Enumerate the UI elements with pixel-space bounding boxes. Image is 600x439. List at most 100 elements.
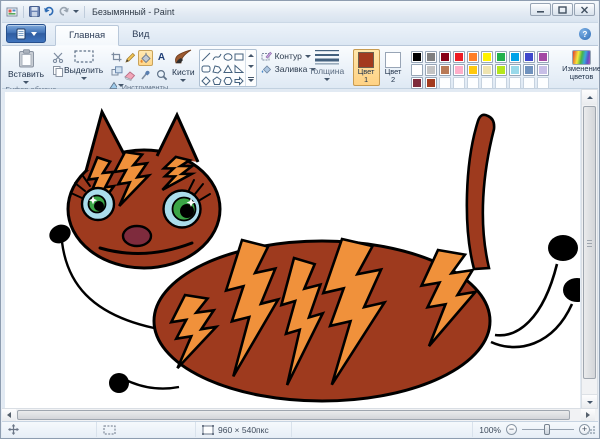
scroll-right-button[interactable] xyxy=(581,409,595,421)
shape-curve[interactable] xyxy=(212,51,223,63)
palette-swatch[interactable] xyxy=(453,51,465,63)
group-size: Толщина xyxy=(305,47,349,88)
shape-rounded-rectangle[interactable] xyxy=(201,63,212,75)
save-button[interactable] xyxy=(29,6,40,17)
qat-customize-caret-icon[interactable] xyxy=(73,10,79,13)
magnifier-tool[interactable] xyxy=(154,67,169,83)
palette-swatch[interactable] xyxy=(425,51,437,63)
paint-logo-icon[interactable] xyxy=(6,6,18,18)
image-size-icon xyxy=(202,425,214,435)
palette-swatch[interactable] xyxy=(453,64,465,76)
undo-button[interactable] xyxy=(43,6,55,17)
edit-colors-button[interactable]: Изменение цветов xyxy=(553,48,600,81)
zoom-slider[interactable] xyxy=(522,424,574,435)
gallery-scroll-down-icon[interactable] xyxy=(248,65,254,68)
shape-pentagon[interactable] xyxy=(212,75,223,87)
palette-swatch[interactable] xyxy=(439,64,451,76)
palette-swatch[interactable] xyxy=(467,64,479,76)
fill-tool[interactable] xyxy=(138,50,153,66)
color2-swatch xyxy=(385,52,401,68)
shape-right-triangle[interactable] xyxy=(234,63,245,75)
shape-rectangle[interactable] xyxy=(234,51,245,63)
shape-right-arrow[interactable] xyxy=(234,75,245,87)
palette-swatch[interactable] xyxy=(537,51,549,63)
palette-swatch[interactable] xyxy=(495,51,507,63)
shape-diamond[interactable] xyxy=(201,75,212,87)
redo-button[interactable] xyxy=(58,6,70,17)
palette-swatch[interactable] xyxy=(509,51,521,63)
palette-empty-slot[interactable] xyxy=(467,77,479,89)
color2-button[interactable]: Цвет 2 xyxy=(380,49,407,86)
palette-empty-slot[interactable] xyxy=(481,77,493,89)
close-button[interactable] xyxy=(574,3,595,16)
palette-empty-slot[interactable] xyxy=(523,77,535,89)
gallery-expand-icon[interactable] xyxy=(248,77,254,82)
palette-swatch[interactable] xyxy=(523,51,535,63)
palette-swatch[interactable] xyxy=(411,77,423,89)
cat-bottom-paw xyxy=(109,373,129,393)
vertical-scrollbar[interactable] xyxy=(581,89,598,410)
color-picker-tool[interactable] xyxy=(138,67,153,83)
palette-swatch[interactable] xyxy=(467,51,479,63)
palette-swatch[interactable] xyxy=(523,64,535,76)
palette-empty-slot[interactable] xyxy=(509,77,521,89)
text-tool[interactable]: A xyxy=(154,50,169,66)
eraser-icon xyxy=(123,70,136,81)
vertical-scroll-thumb[interactable] xyxy=(583,106,596,379)
image-size-section: 960 × 540пкс xyxy=(196,422,292,437)
qat-separator-2 xyxy=(84,6,85,18)
tab-home[interactable]: Главная xyxy=(55,25,119,46)
shape-line[interactable] xyxy=(201,51,212,63)
drawing-canvas[interactable] xyxy=(5,92,580,410)
paste-button[interactable]: Вставить xyxy=(5,48,47,85)
zoom-out-button[interactable]: − xyxy=(506,424,517,435)
palette-swatch[interactable] xyxy=(425,64,437,76)
tab-view[interactable]: Вид xyxy=(119,24,162,45)
palette-empty-slot[interactable] xyxy=(453,77,465,89)
resize-grip[interactable] xyxy=(586,425,596,435)
brushes-caret-icon xyxy=(180,79,186,82)
horizontal-scrollbar[interactable] xyxy=(2,408,598,421)
shape-polygon[interactable] xyxy=(212,63,223,75)
cat-back-paw-2 xyxy=(563,278,580,302)
scroll-up-button[interactable] xyxy=(582,90,597,105)
palette-empty-slot[interactable] xyxy=(537,77,549,89)
cat-back-paw-1 xyxy=(548,235,578,261)
horizontal-scroll-thumb[interactable] xyxy=(17,410,570,420)
palette-swatch[interactable] xyxy=(411,64,423,76)
palette-swatch[interactable] xyxy=(537,64,549,76)
brushes-label: Кисти xyxy=(172,68,195,77)
palette-swatch[interactable] xyxy=(495,64,507,76)
scroll-down-button[interactable] xyxy=(582,394,597,409)
qat-separator xyxy=(23,6,24,18)
outline-icon xyxy=(261,51,272,61)
palette-swatch[interactable] xyxy=(481,51,493,63)
palette-empty-slot[interactable] xyxy=(495,77,507,89)
shape-oval[interactable] xyxy=(223,51,234,63)
paint-menu-button[interactable] xyxy=(6,24,46,43)
shape-hexagon[interactable] xyxy=(223,75,234,87)
pencil-tool[interactable] xyxy=(122,50,137,66)
gallery-scroll-up-icon[interactable] xyxy=(248,54,254,57)
brushes-button[interactable]: Кисти xyxy=(172,48,195,82)
size-button[interactable]: Толщина xyxy=(306,48,347,82)
palette-swatch[interactable] xyxy=(411,51,423,63)
eraser-tool[interactable] xyxy=(122,67,137,83)
palette-swatch[interactable] xyxy=(425,77,437,89)
color1-button[interactable]: Цвет 1 xyxy=(353,49,380,86)
select-label: Выделить xyxy=(64,66,103,75)
scroll-left-button[interactable] xyxy=(2,409,16,421)
palette-swatch[interactable] xyxy=(439,51,451,63)
selection-rect-icon xyxy=(73,49,95,64)
palette-empty-slot[interactable] xyxy=(439,77,451,89)
palette-swatch[interactable] xyxy=(481,64,493,76)
help-icon[interactable]: ? xyxy=(579,28,591,40)
cat-tail xyxy=(467,115,494,269)
minimize-button[interactable] xyxy=(530,3,551,16)
paste-label: Вставить xyxy=(8,70,44,79)
maximize-button[interactable] xyxy=(552,3,573,16)
select-button[interactable]: Выделить xyxy=(61,48,106,81)
palette-swatch[interactable] xyxy=(509,64,521,76)
shape-triangle[interactable] xyxy=(223,63,234,75)
zoom-slider-thumb[interactable] xyxy=(544,424,550,435)
